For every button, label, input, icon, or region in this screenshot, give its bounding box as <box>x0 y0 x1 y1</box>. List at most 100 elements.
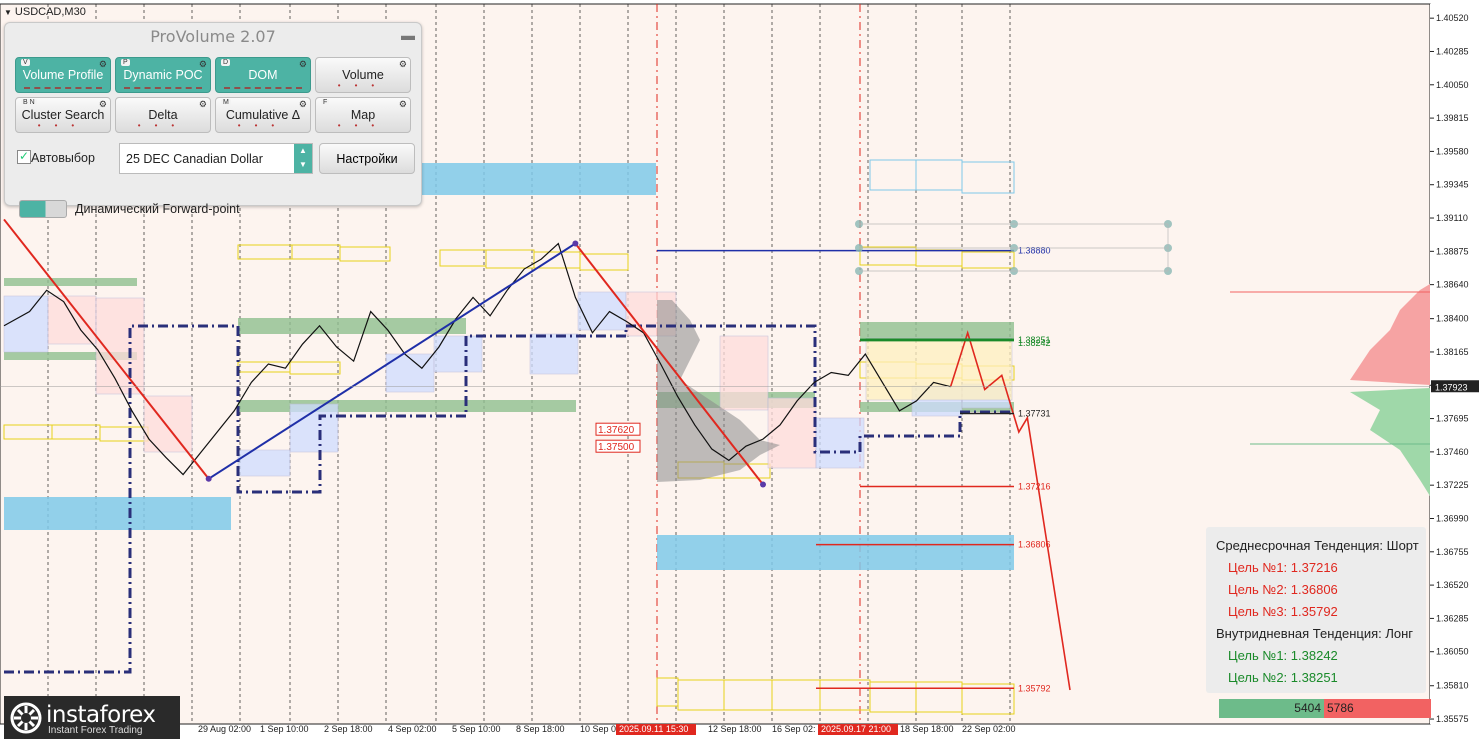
level-label: 1.36806 <box>1018 540 1051 550</box>
y-tick-label: 1.38165 <box>1436 347 1469 357</box>
y-tick-label: 1.36285 <box>1436 613 1469 623</box>
high-volume-band <box>860 322 1014 338</box>
candle-range-box <box>433 335 483 373</box>
mini-indicator: ••• <box>337 81 389 90</box>
mini-indicator: ••• <box>137 121 189 130</box>
panel-button-label: DOM <box>248 68 278 82</box>
x-tick-label: 5 Sep 10:00 <box>452 724 501 734</box>
panel-button-volume-profile[interactable]: Volume Profile V ⚙ <box>15 57 111 93</box>
y-tick-label: 1.35810 <box>1436 681 1469 691</box>
y-tick-label: 1.38640 <box>1436 280 1469 290</box>
medium-target-3: Цель №3: 1.35792 <box>1228 604 1338 619</box>
x-tick-label: 16 Sep 02: <box>772 724 816 734</box>
high-volume-band <box>238 400 576 412</box>
panel-button-label: Cluster Search <box>21 108 105 122</box>
y-tick-label: 1.40285 <box>1436 46 1469 56</box>
gear-icon[interactable]: ⚙ <box>399 99 407 110</box>
gear-icon[interactable]: ⚙ <box>299 59 307 70</box>
x-tick-label: 12 Sep 18:00 <box>708 724 762 734</box>
time-highlight-label: 2025.09.11 15:30 <box>619 724 688 734</box>
auto-select-label: Автовыбор <box>31 151 95 165</box>
level-label: 1.38880 <box>1018 246 1051 256</box>
level-label: 1.35792 <box>1018 683 1051 693</box>
mini-indicator <box>224 87 302 89</box>
medium-target-2: Цель №2: 1.36806 <box>1228 582 1338 597</box>
panel-button-dom[interactable]: DOM D ⚙ <box>215 57 311 93</box>
level-label: 1.37731 <box>1018 408 1051 418</box>
auto-select-checkbox[interactable]: ✓ <box>17 150 31 164</box>
intraday-target-2: Цель №2: 1.38251 <box>1228 670 1338 685</box>
instaforex-logo: instaforex Instant Forex Trading <box>4 696 180 739</box>
level-label: 1.38242 <box>1018 338 1051 348</box>
gear-icon[interactable]: ⚙ <box>199 99 207 110</box>
pivot-point <box>205 475 212 482</box>
gear-icon[interactable]: ⚙ <box>199 59 207 70</box>
time-highlight-label: 2025.09.17 21:00 <box>821 724 891 734</box>
panel-button-map[interactable]: Map F ⚙ ••• <box>315 97 411 133</box>
medium-trend-title: Среднесрочная Тенденция: Шорт <box>1216 538 1419 553</box>
panel-button-volume[interactable]: Volume ⚙ ••• <box>315 57 411 93</box>
x-tick-label: 29 Aug 02:00 <box>198 724 251 734</box>
logo-tagline: Instant Forex Trading <box>48 725 143 736</box>
panel-button-label: Volume Profile <box>22 68 104 82</box>
instrument-select[interactable]: 25 DEC Canadian Dollar ▲ ▼ <box>119 143 313 174</box>
panel-title: ProVolume 2.07 <box>150 27 276 46</box>
instrument-value: 25 DEC Canadian Dollar <box>126 152 263 166</box>
x-tick-label: 22 Sep 02:00 <box>962 724 1016 734</box>
x-tick-label: 8 Sep 18:00 <box>516 724 565 734</box>
minimize-icon[interactable]: ▬ <box>401 28 415 42</box>
gear-icon[interactable]: ⚙ <box>399 59 407 70</box>
y-tick-label: 1.36990 <box>1436 513 1469 523</box>
gear-icon[interactable]: ⚙ <box>99 59 107 70</box>
settings-button[interactable]: Настройки <box>319 143 415 174</box>
hotkey-badge: F <box>321 99 330 106</box>
spinner-icon[interactable]: ▲ ▼ <box>294 144 312 173</box>
forward-point-toggle[interactable] <box>19 200 67 218</box>
panel-button-label: Delta <box>148 108 178 122</box>
high-volume-band <box>238 318 466 334</box>
y-tick-label: 1.35575 <box>1436 714 1469 724</box>
gear-icon[interactable]: ⚙ <box>299 99 307 110</box>
current-price-label: 1.37923 <box>1435 382 1468 392</box>
x-tick-label: 10 Sep 0 <box>580 724 616 734</box>
x-tick-label: 2 Sep 18:00 <box>324 724 373 734</box>
panel-button-delta[interactable]: Delta ⚙ ••• <box>115 97 211 133</box>
boxed-level-label: 1.37620 <box>598 425 635 436</box>
panel-button-cumulative[interactable]: Cumulative Δ M ⚙ ••• <box>215 97 311 133</box>
symbol-label: ▼ USDCAD,M30 <box>4 6 86 18</box>
panel-button-cluster-search[interactable]: Cluster Search B N ⚙ ••• <box>15 97 111 133</box>
pivot-point <box>572 240 579 247</box>
panel-button-label: Cumulative Δ <box>225 108 301 122</box>
candle-range-box <box>47 295 97 345</box>
x-tick-label: 4 Sep 02:00 <box>388 724 437 734</box>
y-tick-label: 1.40050 <box>1436 80 1469 90</box>
candle-range-box <box>815 417 865 469</box>
panel-button-dynamic-poc[interactable]: Dynamic POC P ⚙ <box>115 57 211 93</box>
trend-info-box: Среднесрочная Тенденция: Шорт Цель №1: 1… <box>1206 527 1426 693</box>
mini-indicator <box>24 87 102 89</box>
y-tick-label: 1.36520 <box>1436 580 1469 590</box>
y-tick-label: 1.39110 <box>1436 213 1468 223</box>
y-tick-label: 1.37695 <box>1436 414 1469 424</box>
y-tick-label: 1.40520 <box>1436 13 1469 23</box>
y-tick-label: 1.39815 <box>1436 113 1469 123</box>
liquidity-zone <box>4 497 231 530</box>
x-tick-label: 1 Sep 10:00 <box>260 724 309 734</box>
intraday-trend-title: Внутридневная Тенденция: Лонг <box>1216 626 1414 641</box>
hotkey-badge: P <box>121 59 130 66</box>
hotkey-badge: M <box>221 99 231 106</box>
panel-button-label: Map <box>350 108 376 122</box>
x-tick-label: 18 Sep 18:00 <box>900 724 954 734</box>
y-tick-label: 1.39345 <box>1436 180 1469 190</box>
sell-volume: 5786 <box>1324 699 1431 718</box>
gear-icon[interactable]: ⚙ <box>99 99 107 110</box>
hotkey-badge: V <box>21 59 30 66</box>
mini-indicator: ••• <box>337 121 389 130</box>
candle-range-box <box>3 295 49 353</box>
panel-button-label: Volume <box>342 68 384 82</box>
y-tick-label: 1.37225 <box>1436 480 1469 490</box>
provolume-panel[interactable]: ProVolume 2.07 ▬ Volume Profile V ⚙ Dynamic… <box>4 22 422 218</box>
hotkey-badge: B N <box>21 99 37 106</box>
pivot-point <box>759 481 766 488</box>
mini-indicator: ••• <box>237 121 289 130</box>
